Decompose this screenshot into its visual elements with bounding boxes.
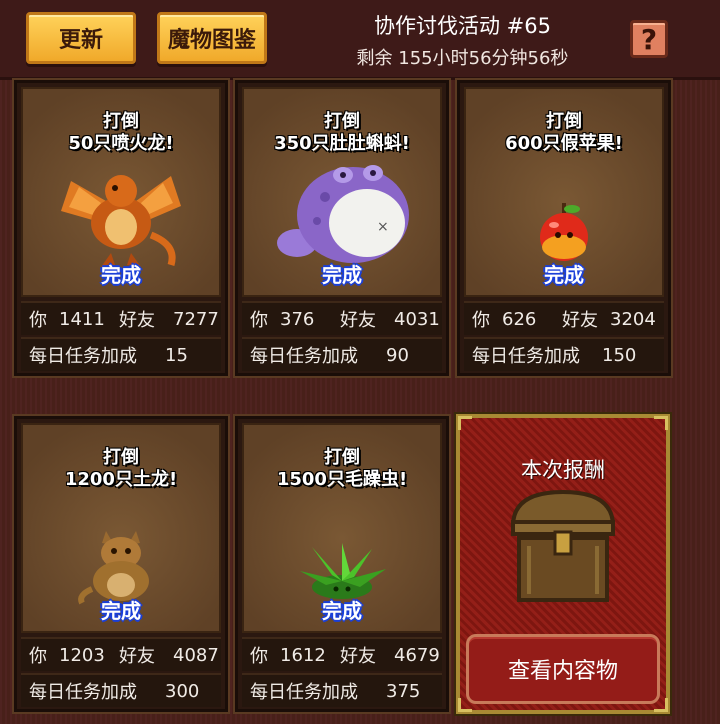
friends-label: 好友 <box>119 310 155 331</box>
stat-row-counts: 你 1411 好友 7277 <box>21 301 221 335</box>
view-contents-button[interactable]: 查看内容物 <box>466 634 660 704</box>
completed-label: 完成 <box>322 599 362 623</box>
completed-label: 完成 <box>322 263 362 287</box>
stat-row-bonus: 每日任务加成 90 <box>242 337 442 371</box>
quest-card-4[interactable]: 打倒 1200只土龙! 完成 你 1203 好友 4087 每日任务加成 300 <box>14 416 228 712</box>
friends-label: 好友 <box>562 310 598 331</box>
top-bar: 更新 魔物图鉴 协作讨伐活动 #65 剩余 155小时56分钟56秒 ? <box>0 0 720 80</box>
fake-apple-icon <box>540 203 588 261</box>
quest-card-5[interactable]: 打倒 1500只毛躁虫! 完成 你 1612 好友 4679 每日任务加成 37… <box>235 416 449 712</box>
friends-label: 好友 <box>340 310 376 331</box>
stat-row-bonus: 每日任务加成 300 <box>21 673 221 707</box>
bestiary-button[interactable]: 魔物图鉴 <box>157 12 267 64</box>
quest-title-line2: 1200只土龙! <box>64 469 178 490</box>
you-label: 你 <box>29 646 47 667</box>
friends-count: 3204 <box>610 308 656 330</box>
daily-bonus-label: 每日任务加成 <box>29 682 137 703</box>
friends-count: 7277 <box>173 308 219 330</box>
you-label: 你 <box>250 646 268 667</box>
fire-dragon-icon <box>61 175 181 267</box>
daily-bonus-label: 每日任务加成 <box>29 346 137 367</box>
daily-bonus-label: 每日任务加成 <box>250 346 358 367</box>
daily-bonus-value: 150 <box>602 344 637 366</box>
quest-title-line2: 1500只毛躁虫! <box>276 469 408 490</box>
svg-text:×: × <box>377 219 389 235</box>
reward-title: 本次报酬 <box>521 458 605 482</box>
quest-card-panel: 打倒 50只喷火龙! 完成 <box>21 87 221 297</box>
update-button[interactable]: 更新 <box>26 12 136 64</box>
leaf-bug-icon <box>300 543 386 599</box>
event-title: 协作讨伐活动 #65 <box>374 14 551 38</box>
stat-row-bonus: 每日任务加成 15 <box>21 337 221 371</box>
quest-card-panel: 打倒 600只假苹果! 完成 <box>464 87 664 297</box>
corner-ornament <box>654 416 668 430</box>
daily-bonus-label: 每日任务加成 <box>472 346 580 367</box>
quest-title-line2: 350只肚肚蝌蚪! <box>274 133 410 154</box>
friends-count: 4031 <box>394 308 440 330</box>
daily-bonus-value: 90 <box>386 344 409 366</box>
earth-dragon-icon <box>78 531 149 605</box>
you-count: 376 <box>280 308 315 330</box>
quest-card-panel: 打倒 1200只土龙! 完成 <box>21 423 221 633</box>
tadpole-icon: × <box>277 165 409 263</box>
stat-row-counts: 你 1612 好友 4679 <box>242 637 442 671</box>
friends-count: 4679 <box>394 644 440 666</box>
daily-bonus-value: 300 <box>165 680 200 702</box>
completed-label: 完成 <box>101 263 141 287</box>
you-count: 1203 <box>59 644 105 666</box>
stat-row-counts: 你 626 好友 3204 <box>464 301 664 335</box>
treasure-chest-icon <box>510 489 616 602</box>
completed-label: 完成 <box>544 263 584 287</box>
friends-label: 好友 <box>119 646 155 667</box>
help-button[interactable]: ? <box>630 20 668 58</box>
quest-card-1[interactable]: 打倒 50只喷火龙! 完成 你 1411 好友 7277 每日任务加成 15 <box>14 80 228 376</box>
friends-label: 好友 <box>340 646 376 667</box>
you-count: 626 <box>502 308 537 330</box>
daily-bonus-value: 15 <box>165 344 188 366</box>
quest-title-line2: 600只假苹果! <box>505 133 623 154</box>
quest-card-panel: 打倒 1500只毛躁虫! 完成 <box>242 423 442 633</box>
stat-row-counts: 你 1203 好友 4087 <box>21 637 221 671</box>
quest-card-2[interactable]: 打倒 350只肚肚蝌蚪! × 完成 你 376 好友 4031 每日任务加成 9… <box>235 80 449 376</box>
you-label: 你 <box>29 310 47 331</box>
you-count: 1411 <box>59 308 105 330</box>
event-remaining-time: 剩余 155小时56分钟56秒 <box>356 48 569 69</box>
stat-row-bonus: 每日任务加成 375 <box>242 673 442 707</box>
stat-row-counts: 你 376 好友 4031 <box>242 301 442 335</box>
friends-count: 4087 <box>173 644 219 666</box>
quest-title-line2: 50只喷火龙! <box>68 133 174 154</box>
stat-row-bonus: 每日任务加成 150 <box>464 337 664 371</box>
quest-card-panel: 打倒 350只肚肚蝌蚪! × 完成 <box>242 87 442 297</box>
you-label: 你 <box>472 310 490 331</box>
daily-bonus-label: 每日任务加成 <box>250 682 358 703</box>
completed-label: 完成 <box>101 599 141 623</box>
daily-bonus-value: 375 <box>386 680 421 702</box>
corner-ornament <box>458 416 472 430</box>
you-count: 1612 <box>280 644 326 666</box>
reward-panel: 本次报酬 查看内容物 <box>456 414 670 714</box>
quest-card-3[interactable]: 打倒 600只假苹果! 完成 你 626 好友 3204 每日任务加成 150 <box>457 80 671 376</box>
you-label: 你 <box>250 310 268 331</box>
